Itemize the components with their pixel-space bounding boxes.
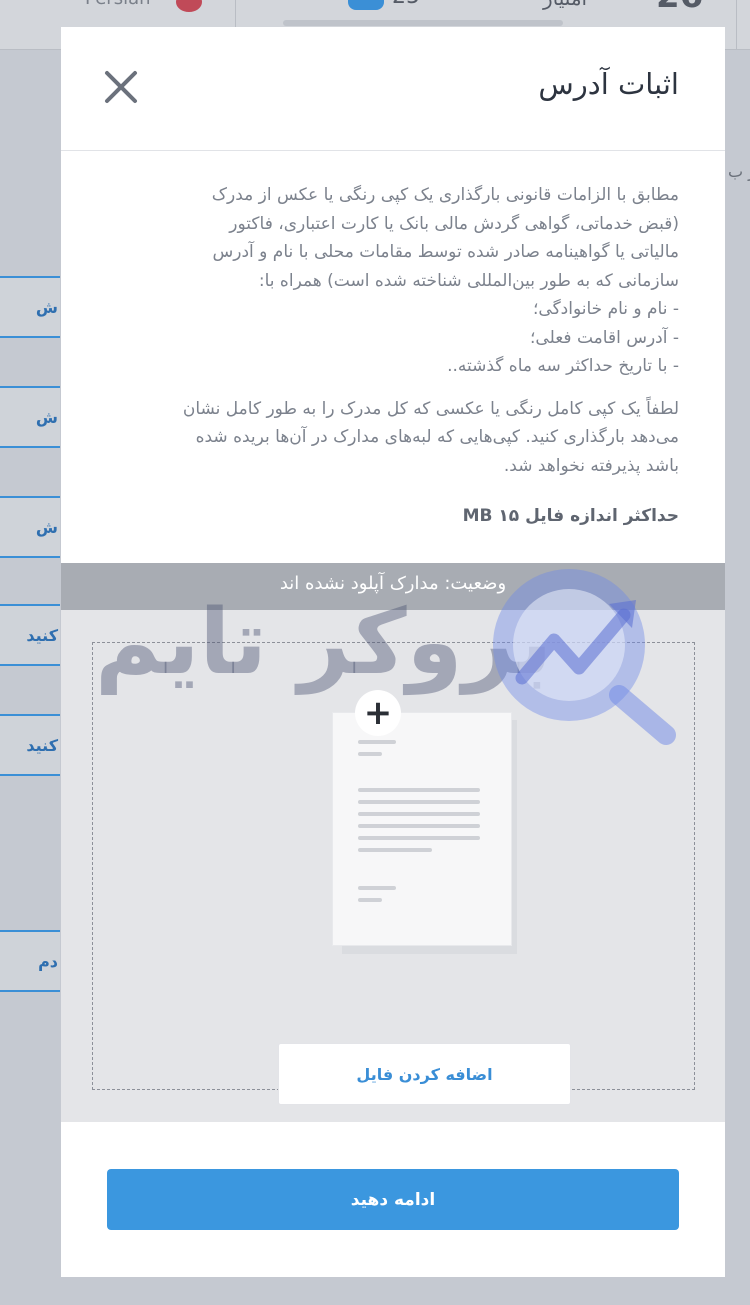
photo-requirement-line: می‌دهد بارگذاری کنید. کپی‌هایی که لبه‌ها… — [195, 427, 679, 447]
side-item[interactable]: کنید — [0, 714, 60, 776]
side-item[interactable]: ش — [0, 276, 60, 338]
level-progress — [283, 20, 563, 26]
max-file-size: حداکثر اندازه فایل ۱۵ MB — [462, 506, 679, 526]
side-item[interactable]: ش — [0, 496, 60, 558]
modal-header: اثبات آدرس — [61, 27, 725, 151]
instruction-line: (قبض خدماتی، گواهی گردش مالی بانک یا کار… — [229, 213, 679, 234]
level-label: امتیاز — [543, 0, 587, 10]
side-item[interactable]: کنید — [0, 604, 60, 666]
photo-requirement-line: لطفاً یک کپی کامل رنگی یا عکسی که کل مدر… — [182, 398, 679, 419]
plus-icon[interactable]: + — [355, 690, 401, 736]
level-number: 26 — [656, 0, 703, 16]
instruction-line: سازمانی که به طور بین‌المللی شناخته شده … — [258, 270, 679, 291]
background-right-text: ار ب — [728, 162, 750, 181]
close-icon — [105, 71, 137, 103]
continue-button[interactable]: ادامه دهید — [107, 1169, 679, 1230]
modal-title: اثبات آدرس — [538, 67, 679, 101]
side-item[interactable]: دم — [0, 930, 60, 992]
instruction-line: - نام و نام خانوادگی؛ — [533, 299, 679, 319]
add-file-button[interactable]: اضافه کردن فایل — [278, 1043, 571, 1105]
instruction-line: مالیاتی یا گواهینامه صادر شده توسط مقاما… — [212, 242, 679, 262]
instruction-line: - با تاریخ حداکثر سه ماه گذشته.. — [447, 356, 679, 376]
topbar-divider — [736, 0, 737, 50]
side-item[interactable]: ش — [0, 386, 60, 448]
close-button[interactable] — [101, 67, 141, 107]
count-value: 25 — [392, 0, 420, 9]
count-badge — [348, 0, 384, 10]
instructions: مطابق با الزامات قانونی بارگذاری یک کپی … — [107, 181, 679, 480]
language-label: Persian — [85, 0, 151, 9]
watermark-logo-icon — [493, 569, 676, 745]
photo-requirement-line: باشد پذیرفته نخواهد شد. — [503, 455, 679, 476]
instruction-line: مطابق با الزامات قانونی بارگذاری یک کپی … — [211, 185, 679, 205]
flag-icon — [176, 0, 202, 12]
instruction-line: - آدرس اقامت فعلی؛ — [530, 327, 679, 348]
